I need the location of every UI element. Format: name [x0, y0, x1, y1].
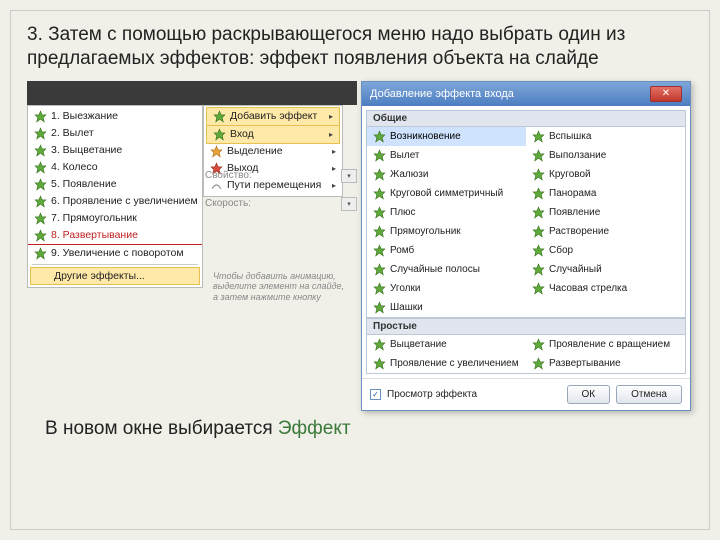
effect-item[interactable]: 9. Увеличение с поворотом [28, 245, 202, 262]
speed-label: Скорость: [205, 198, 341, 209]
star-icon [373, 149, 386, 162]
star-icon [532, 187, 545, 200]
section-simple-header: Простые [366, 318, 686, 335]
star-icon [532, 206, 545, 219]
property-dropdown[interactable]: ▾ [341, 169, 357, 183]
other-effects-item[interactable]: Другие эффекты... [30, 267, 200, 285]
star-icon [373, 301, 386, 314]
star-icon [34, 178, 47, 191]
star-icon [34, 161, 47, 174]
star-icon [373, 244, 386, 257]
effect-option[interactable]: Возникновение [367, 127, 526, 146]
effect-option[interactable]: Растворение [526, 222, 685, 241]
star-icon [373, 357, 386, 370]
star-icon [532, 338, 545, 351]
instruction-text: 3. Затем с помощью раскрывающегося меню … [27, 23, 693, 71]
effect-option [526, 298, 685, 317]
cancel-button[interactable]: Отмена [616, 385, 682, 404]
effect-option[interactable]: Ромб [367, 241, 526, 260]
star-icon [373, 282, 386, 295]
star-icon [532, 130, 545, 143]
star-icon [532, 168, 545, 181]
effect-option[interactable]: Круговой симметричный [367, 184, 526, 203]
effects-dropdown-list: 1. Выезжание2. Вылет3. Выцветание4. Коле… [27, 105, 203, 288]
preview-label: Просмотр эффекта [387, 389, 477, 400]
effect-option[interactable]: Случайный [526, 260, 685, 279]
effect-option[interactable]: Вспышка [526, 127, 685, 146]
effect-option[interactable]: Прямоугольник [367, 222, 526, 241]
submenu-item[interactable]: Вход▸ [206, 125, 340, 144]
star-icon [373, 206, 386, 219]
effect-option[interactable]: Часовая стрелка [526, 279, 685, 298]
properties-panel: Свойство: ▾ Скорость: ▾ [205, 169, 357, 225]
star-icon [34, 229, 47, 242]
submenu-item[interactable]: Выделение▸ [204, 143, 342, 160]
star-icon [373, 263, 386, 276]
star-icon [373, 168, 386, 181]
effect-option[interactable]: Уголки [367, 279, 526, 298]
star-icon [532, 244, 545, 257]
star-icon [532, 282, 545, 295]
effects-grid-common: ВозникновениеВспышкаВылетВыползаниеЖалюз… [366, 127, 686, 318]
add-entrance-effect-dialog: Добавление эффекта входа ✕ Общие Возникн… [361, 81, 691, 411]
effect-option[interactable]: Появление [526, 203, 685, 222]
effect-option[interactable]: Вылет [367, 146, 526, 165]
chevron-right-icon: ▸ [332, 147, 336, 156]
app-toolbar-dark [27, 81, 357, 105]
section-common-header: Общие [366, 110, 686, 127]
star-icon [34, 110, 47, 123]
add-effect-icon [213, 110, 226, 123]
star-icon [34, 195, 47, 208]
star-icon [34, 127, 47, 140]
effect-option[interactable]: Случайные полосы [367, 260, 526, 279]
close-button[interactable]: ✕ [650, 86, 682, 102]
effect-option[interactable]: Проявление с увеличением [367, 354, 526, 373]
effect-option[interactable]: Проявление с вращением [526, 335, 685, 354]
dialog-titlebar: Добавление эффекта входа ✕ [362, 82, 690, 106]
star-icon [34, 144, 47, 157]
effect-option[interactable]: Шашки [367, 298, 526, 317]
effect-item[interactable]: 1. Выезжание [28, 108, 202, 125]
add-effect-button[interactable]: Добавить эффект ▸ [206, 107, 340, 126]
star-icon [34, 247, 47, 260]
effect-option[interactable]: Круговой [526, 165, 685, 184]
effects-grid-simple: ВыцветаниеПроявление с вращениемПроявлен… [366, 335, 686, 374]
effect-option[interactable]: Выцветание [367, 335, 526, 354]
effect-option[interactable]: Панорама [526, 184, 685, 203]
star-icon [532, 149, 545, 162]
chevron-right-icon: ▸ [329, 112, 333, 121]
chevron-right-icon: ▸ [329, 130, 333, 139]
star-icon [373, 225, 386, 238]
effect-option[interactable]: Сбор [526, 241, 685, 260]
add-effect-label: Добавить эффект [230, 110, 317, 122]
effect-item[interactable]: 7. Прямоугольник [28, 210, 202, 227]
property-label: Свойство: [205, 170, 341, 181]
green-star-icon [213, 128, 226, 141]
effect-item[interactable]: 6. Проявление с увеличением [28, 193, 202, 210]
star-icon [34, 212, 47, 225]
star-icon [373, 338, 386, 351]
effect-option[interactable]: Плюс [367, 203, 526, 222]
star-icon [373, 130, 386, 143]
effect-item[interactable]: 4. Колесо [28, 159, 202, 176]
effect-option[interactable]: Выползание [526, 146, 685, 165]
effect-item[interactable]: 5. Появление [28, 176, 202, 193]
dialog-title: Добавление эффекта входа [370, 88, 514, 100]
effect-option[interactable]: Развертывание [526, 354, 685, 373]
effect-item[interactable]: 2. Вылет [28, 125, 202, 142]
star-icon [532, 225, 545, 238]
orange-star-icon [210, 145, 223, 158]
note-text: В новом окне выбирается Эффект [45, 417, 351, 441]
effect-item[interactable]: 8. Развертывание [28, 227, 202, 245]
speed-dropdown[interactable]: ▾ [341, 197, 357, 211]
star-icon [532, 357, 545, 370]
star-icon [373, 187, 386, 200]
effect-option[interactable]: Жалюзи [367, 165, 526, 184]
star-icon [532, 263, 545, 276]
preview-checkbox[interactable]: ✓ [370, 389, 381, 400]
ok-button[interactable]: ОК [567, 385, 611, 404]
effect-item[interactable]: 3. Выцветание [28, 142, 202, 159]
hint-text: Чтобы добавить анимацию, выделите элемен… [213, 271, 348, 303]
